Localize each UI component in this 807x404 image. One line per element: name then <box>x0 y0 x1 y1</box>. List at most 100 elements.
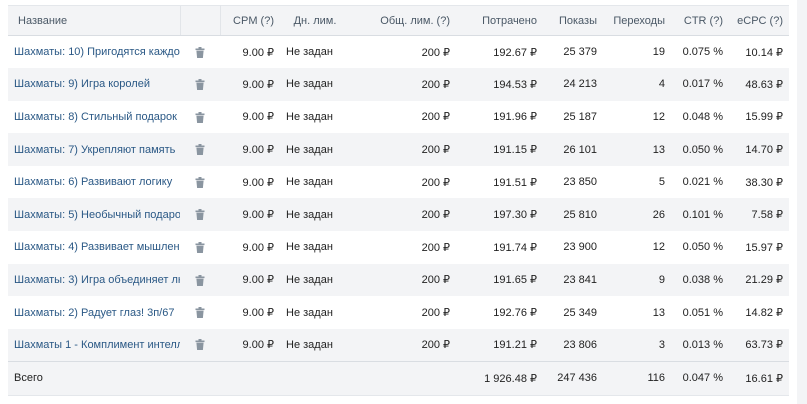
cell-views: 25 379 <box>563 46 597 59</box>
delete-cell <box>180 68 220 101</box>
cell-ctr: 0.050 % <box>682 241 723 254</box>
header-views[interactable]: Показы <box>543 5 603 36</box>
total-ecpc: 16.61 ₽ <box>729 360 789 396</box>
cell-ctr: 0.050 % <box>671 133 729 166</box>
header-ecpc[interactable]: eCPC (?) <box>729 5 789 36</box>
cell-clicks: 9 <box>603 263 671 297</box>
campaign-name-link[interactable]: Шахматы: 3) Игра объединяет людей <box>14 274 180 286</box>
trash-icon[interactable] <box>195 339 205 351</box>
cell-views: 23 841 <box>543 263 603 297</box>
campaign-name-link[interactable]: Шахматы: 7) Укрепляют память <box>14 144 175 156</box>
cell-clicks: 12 <box>652 241 665 254</box>
cell-spent: 192.67 ₽ <box>493 46 537 59</box>
trash-icon[interactable] <box>195 176 205 188</box>
cell-spent: 191.96 ₽ <box>493 111 537 124</box>
cell-total-limit: 200 ₽ <box>350 263 456 297</box>
cell-views: 25 810 <box>543 198 603 232</box>
total-spent: 1 926.48 ₽ <box>456 360 543 396</box>
cell-views: 25 187 <box>563 110 597 123</box>
cell-clicks: 3 <box>603 328 671 362</box>
cell-ecpc: 21.29 ₽ <box>729 263 789 297</box>
trash-icon[interactable] <box>195 78 205 90</box>
total-empty-cpm <box>220 360 280 396</box>
header-spent[interactable]: Потрачено <box>456 5 543 36</box>
total-empty-limit <box>350 360 456 396</box>
cell-day-limit: Не задан <box>286 176 333 189</box>
cell-ctr: 0.051 % <box>682 306 723 319</box>
trash-icon[interactable] <box>195 46 205 58</box>
header-total-limit[interactable]: Общ. лим. (?) <box>350 5 456 36</box>
table-row: Шахматы: 9) Игра королей 9.00 ₽ Не задан 20… <box>8 68 789 101</box>
campaign-name-cell: Шахматы: 4) Развивает мышление <box>8 231 180 264</box>
cell-ctr: 0.017 % <box>671 68 729 101</box>
total-clicks: 116 <box>603 360 671 396</box>
cell-views: 26 101 <box>543 133 603 166</box>
header-name[interactable]: Название <box>8 5 180 36</box>
header-cpm[interactable]: CPM (?) <box>220 5 280 36</box>
campaigns-table: Название CPM (?) Дн. лим. Общ. лим. (?) … <box>8 5 789 396</box>
cell-spent: 197.30 ₽ <box>456 198 543 232</box>
delete-cell <box>180 231 220 264</box>
cell-total-limit: 200 ₽ <box>421 307 450 320</box>
header-actions <box>179 5 221 36</box>
header-clicks[interactable]: Переходы <box>603 5 671 36</box>
delete-cell <box>180 296 220 329</box>
vertical-scrollbar[interactable] <box>797 0 807 404</box>
cell-cpm: 9.00 ₽ <box>220 133 280 166</box>
cell-views: 23 850 <box>563 176 597 189</box>
delete-cell <box>180 101 220 134</box>
cell-ctr: 0.048 % <box>682 110 723 123</box>
campaign-name-cell: Шахматы 1 - Комплимент интеллекту <box>8 328 180 362</box>
cell-day-limit: Не задан <box>280 133 350 166</box>
campaign-name-link[interactable]: Шахматы: 2) Радует глаз! 3п/67 <box>14 307 174 319</box>
cell-day-limit: Не задан <box>280 263 350 297</box>
table-row: Шахматы 1 - Комплимент интеллекту 9.00 ₽Н… <box>8 328 789 362</box>
cell-total-limit: 200 ₽ <box>350 68 456 101</box>
trash-icon[interactable] <box>195 241 205 253</box>
trash-icon[interactable] <box>195 144 205 156</box>
cell-cpm: 9.00 ₽ <box>220 68 280 101</box>
cell-day-limit: Не задан <box>280 68 350 101</box>
cell-total-limit: 200 ₽ <box>421 111 450 124</box>
campaign-name-link[interactable]: Шахматы: 4) Развивает мышление <box>14 241 180 253</box>
cell-ctr: 0.013 % <box>671 328 729 362</box>
delete-cell <box>180 328 220 362</box>
cell-total-limit: 200 ₽ <box>421 46 450 59</box>
trash-icon[interactable] <box>195 307 205 319</box>
header-day-limit[interactable]: Дн. лим. <box>280 5 350 36</box>
cell-day-limit: Не задан <box>286 306 333 319</box>
cell-total-limit: 200 ₽ <box>350 133 456 166</box>
cell-day-limit: Не задан <box>280 328 350 362</box>
delete-cell <box>180 263 220 297</box>
campaign-name-link[interactable]: Шахматы 1 - Комплимент интеллекту <box>14 339 180 351</box>
campaign-name-cell: Шахматы: 5) Необычный подарок 4п/50 <box>8 198 180 232</box>
cell-ecpc: 15.99 ₽ <box>745 111 783 124</box>
trash-icon[interactable] <box>195 274 205 286</box>
campaign-name-link[interactable]: Шахматы: 8) Стильный подарок <box>14 111 177 123</box>
campaign-name-cell: Шахматы: 6) Развивают логику <box>8 166 180 199</box>
campaign-name-link[interactable]: Шахматы: 5) Необычный подарок 4п/50 <box>14 209 180 221</box>
campaign-name-link[interactable]: Шахматы: 9) Игра королей <box>14 78 150 90</box>
cell-clicks: 12 <box>652 110 665 123</box>
cell-ctr: 0.038 % <box>671 263 729 297</box>
trash-icon[interactable] <box>195 111 205 123</box>
table-row: Шахматы: 4) Развивает мышление 9.00 ₽ Не з… <box>8 231 789 264</box>
cell-cpm: 9.00 ₽ <box>242 111 274 124</box>
total-views: 247 436 <box>543 360 603 396</box>
header-ctr[interactable]: CTR (?) <box>671 5 729 36</box>
cell-cpm: 9.00 ₽ <box>242 307 274 320</box>
cell-spent: 194.53 ₽ <box>456 68 543 101</box>
cell-spent: 191.65 ₽ <box>456 263 543 297</box>
delete-cell <box>180 36 220 69</box>
cell-clicks: 4 <box>603 68 671 101</box>
total-empty-day <box>280 360 350 396</box>
campaign-name-link[interactable]: Шахматы: 10) Пригодятся каждому 2п/96р <box>14 46 180 58</box>
cell-total-limit: 200 ₽ <box>350 198 456 232</box>
cell-views: 23 806 <box>543 328 603 362</box>
cell-spent: 191.15 ₽ <box>456 133 543 166</box>
cell-ecpc: 48.63 ₽ <box>729 68 789 101</box>
trash-icon[interactable] <box>195 209 205 221</box>
campaign-name-cell: Шахматы: 8) Стильный подарок <box>8 101 180 134</box>
campaign-name-link[interactable]: Шахматы: 6) Развивают логику <box>14 176 172 188</box>
cell-cpm: 9.00 ₽ <box>242 46 274 59</box>
